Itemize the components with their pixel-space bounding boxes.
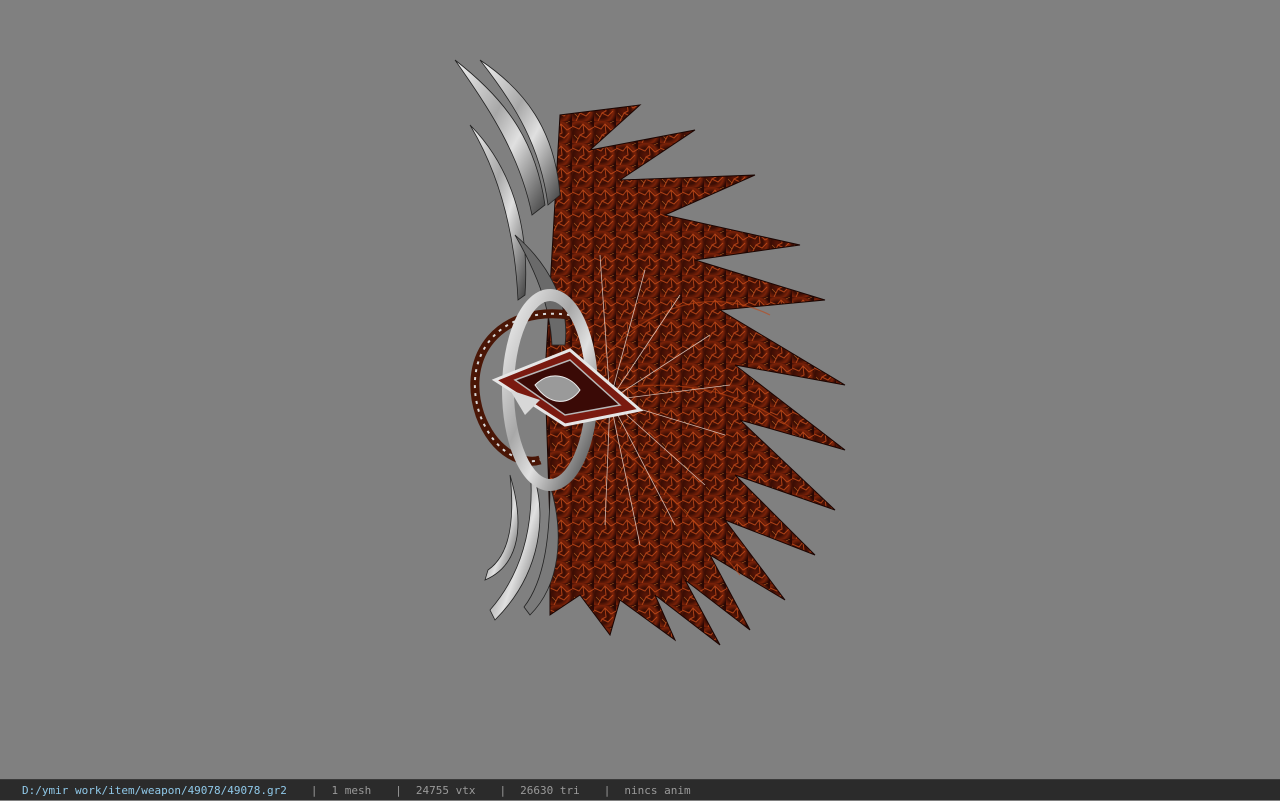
3d-viewport[interactable]: [0, 0, 1280, 779]
silver-blades-top: [454, 59, 567, 346]
separator: |: [395, 783, 402, 797]
triangle-count: 26630 tri: [520, 783, 580, 797]
file-path: D:/ymir work/item/weapon/49078/49078.gr2: [22, 783, 287, 797]
vertex-count: 24755 vtx: [415, 783, 476, 797]
status-bar: D:/ymir work/item/weapon/49078/49078.gr2…: [0, 779, 1280, 800]
animation-status: nincs anim: [624, 783, 691, 797]
separator: |: [499, 783, 507, 797]
separator: |: [603, 783, 611, 797]
weapon-model-render[interactable]: [440, 55, 860, 655]
mesh-count: 1 mesh: [331, 783, 372, 797]
separator: |: [310, 783, 318, 797]
